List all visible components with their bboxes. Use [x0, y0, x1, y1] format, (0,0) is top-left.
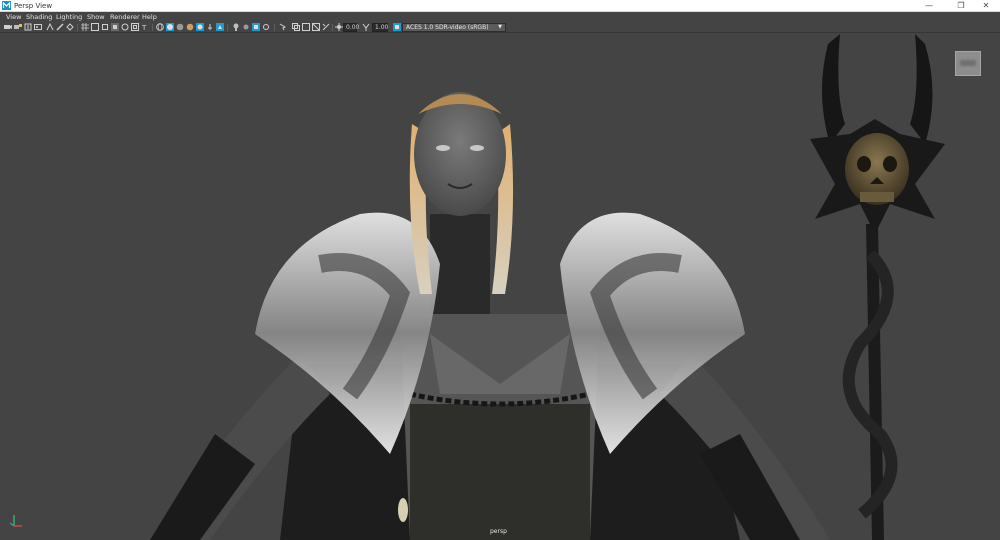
resolution-gate-icon[interactable]	[101, 23, 109, 31]
camera-attributes-icon[interactable]	[14, 23, 22, 31]
chevron-down-icon: ▼	[498, 24, 502, 30]
isolate-select-icon[interactable]	[279, 23, 287, 31]
colorspace-dropdown[interactable]: ACES 1.0 SDR-video (sRGB) ▼	[402, 23, 506, 32]
minimize-button[interactable]: —	[915, 0, 943, 11]
grease-pencil-icon[interactable]	[56, 23, 64, 31]
depth-of-field-icon[interactable]	[262, 23, 270, 31]
exposure-field[interactable]: 0.00	[343, 23, 359, 32]
wireframe-icon[interactable]	[156, 23, 164, 31]
select-camera-icon[interactable]	[4, 23, 12, 31]
grid-icon[interactable]	[81, 23, 89, 31]
shadows-icon[interactable]	[206, 23, 214, 31]
2d-pan-zoom-icon[interactable]	[46, 23, 54, 31]
menu-view[interactable]: View	[6, 13, 21, 22]
menu-shading[interactable]: Shading	[26, 13, 52, 22]
safe-action-icon[interactable]	[131, 23, 139, 31]
close-button[interactable]: ✕	[972, 0, 1000, 11]
image-plane-icon[interactable]	[34, 23, 42, 31]
smooth-shade-icon[interactable]	[166, 23, 174, 31]
title-bar: Persp View — ❐ ✕	[0, 0, 1000, 12]
anti-aliasing-icon[interactable]	[252, 23, 260, 31]
light-icon[interactable]	[216, 23, 224, 31]
view-transform-icon[interactable]	[393, 23, 401, 31]
safe-title-icon[interactable]: T	[141, 23, 149, 31]
motion-blur-icon[interactable]	[242, 23, 250, 31]
maya-app-icon	[2, 1, 11, 10]
restore-button[interactable]: ❐	[947, 0, 975, 11]
axis-orientation-icon	[9, 515, 22, 527]
exposure-icon[interactable]	[335, 23, 343, 31]
scene-render	[150, 34, 945, 540]
gate-mask-icon[interactable]	[111, 23, 119, 31]
backface-culling-icon[interactable]	[322, 23, 330, 31]
gamma-icon[interactable]	[362, 23, 370, 31]
film-gate-icon[interactable]	[91, 23, 99, 31]
menu-bar: View Shading Lighting Show Renderer Help	[0, 12, 1000, 22]
panel-toolbar: T 0.00 1.00 ACES 1.0 SDR-video (sRGB) ▼	[0, 22, 1000, 33]
textured-icon[interactable]	[186, 23, 194, 31]
persp-viewport[interactable]: persp	[0, 34, 1000, 540]
window-title: Persp View	[14, 2, 53, 10]
screen-space-ao-icon[interactable]	[232, 23, 240, 31]
menu-lighting[interactable]: Lighting	[56, 13, 82, 22]
menu-show[interactable]: Show	[87, 13, 105, 22]
xray-components-icon[interactable]	[312, 23, 320, 31]
xray-icon[interactable]	[292, 23, 300, 31]
menu-help[interactable]: Help	[142, 13, 157, 22]
colorspace-label: ACES 1.0 SDR-video (sRGB)	[406, 24, 489, 31]
menu-renderer[interactable]: Renderer	[110, 13, 140, 22]
svg-text:T: T	[141, 24, 147, 31]
gamma-field[interactable]: 1.00	[372, 23, 388, 32]
xray-joints-icon[interactable]	[302, 23, 310, 31]
field-chart-icon[interactable]	[121, 23, 129, 31]
lighting-icon[interactable]	[196, 23, 204, 31]
camera-label: persp	[490, 528, 507, 535]
view-cube[interactable]	[955, 51, 981, 76]
default-material-icon[interactable]	[176, 23, 184, 31]
bookmark-icon[interactable]	[24, 23, 32, 31]
depth-icon[interactable]	[66, 23, 74, 31]
